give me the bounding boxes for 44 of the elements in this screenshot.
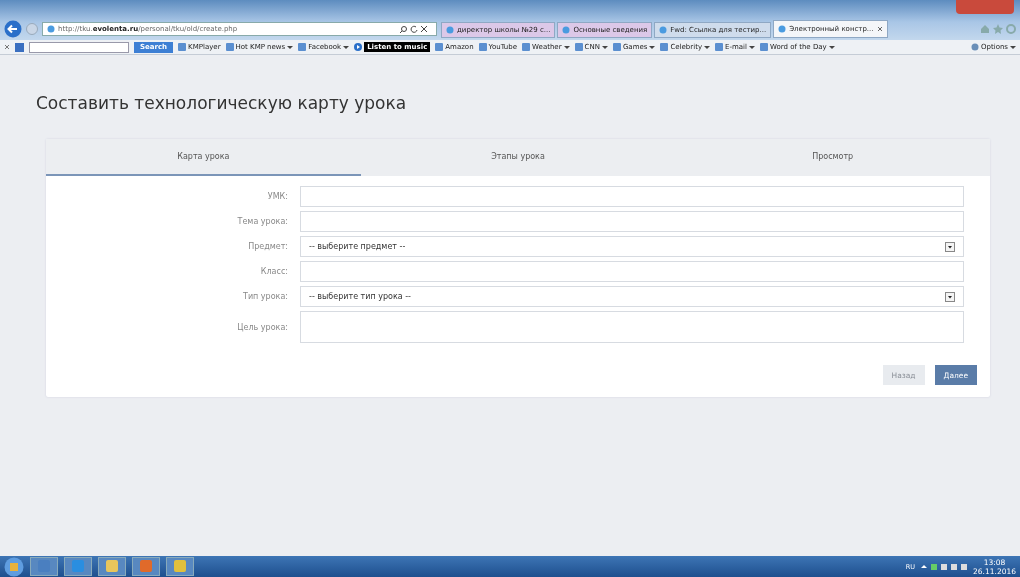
caret-icon[interactable]: [749, 44, 755, 50]
dropdown-field[interactable]: -- выберите предмет --: [300, 236, 964, 257]
step-tab[interactable]: Просмотр: [675, 139, 990, 176]
field-label: Цель урока:: [236, 322, 288, 332]
caret-icon[interactable]: [287, 44, 294, 50]
bookmark-icon: [435, 43, 444, 51]
close-icon[interactable]: [420, 25, 428, 33]
bookmark-icon: [715, 43, 724, 51]
caret-icon[interactable]: [343, 44, 350, 50]
caret-icon[interactable]: [601, 44, 608, 50]
bookmark-icon: [298, 43, 307, 51]
back-icon[interactable]: [4, 20, 22, 38]
caret-icon[interactable]: [704, 44, 711, 50]
bookmark-icon: [760, 43, 768, 51]
bookmark-icon: [478, 43, 487, 51]
start-icon[interactable]: [4, 556, 24, 577]
search-icon[interactable]: [400, 25, 408, 33]
search-field[interactable]: [29, 41, 129, 53]
field-label: Тип урока:: [242, 292, 288, 301]
field-label: Тема урока:: [236, 217, 288, 226]
bookmark-icon: [612, 43, 621, 51]
text-field[interactable]: [300, 211, 964, 232]
caret-icon[interactable]: [1010, 44, 1016, 50]
caret-icon[interactable]: [828, 44, 835, 50]
text-field[interactable]: [300, 261, 964, 282]
star-icon[interactable]: [993, 24, 1003, 34]
dropdown-field[interactable]: -- выберите тип урока --: [300, 286, 964, 307]
field-label: Предмет:: [247, 242, 288, 251]
play-icon[interactable]: [354, 43, 363, 51]
caret-icon[interactable]: [649, 44, 656, 50]
text-field[interactable]: [300, 186, 964, 207]
bookmark-icon: [660, 43, 669, 51]
bookmark-icon: [574, 43, 583, 51]
refresh-icon[interactable]: [410, 25, 418, 33]
page-title: Составить технологическую карту урока: [36, 93, 408, 115]
field-label: Класс:: [259, 267, 288, 276]
close-icon[interactable]: [876, 26, 883, 32]
bookmark-icon: [178, 43, 187, 51]
caret-icon[interactable]: [563, 44, 570, 50]
field-label: УМК:: [266, 192, 288, 201]
step-tab[interactable]: Карта урока: [46, 139, 361, 176]
bookmark-icon: [225, 43, 234, 51]
bookmark-icon: [522, 43, 531, 51]
step-tab[interactable]: Этапы урока: [360, 139, 676, 176]
